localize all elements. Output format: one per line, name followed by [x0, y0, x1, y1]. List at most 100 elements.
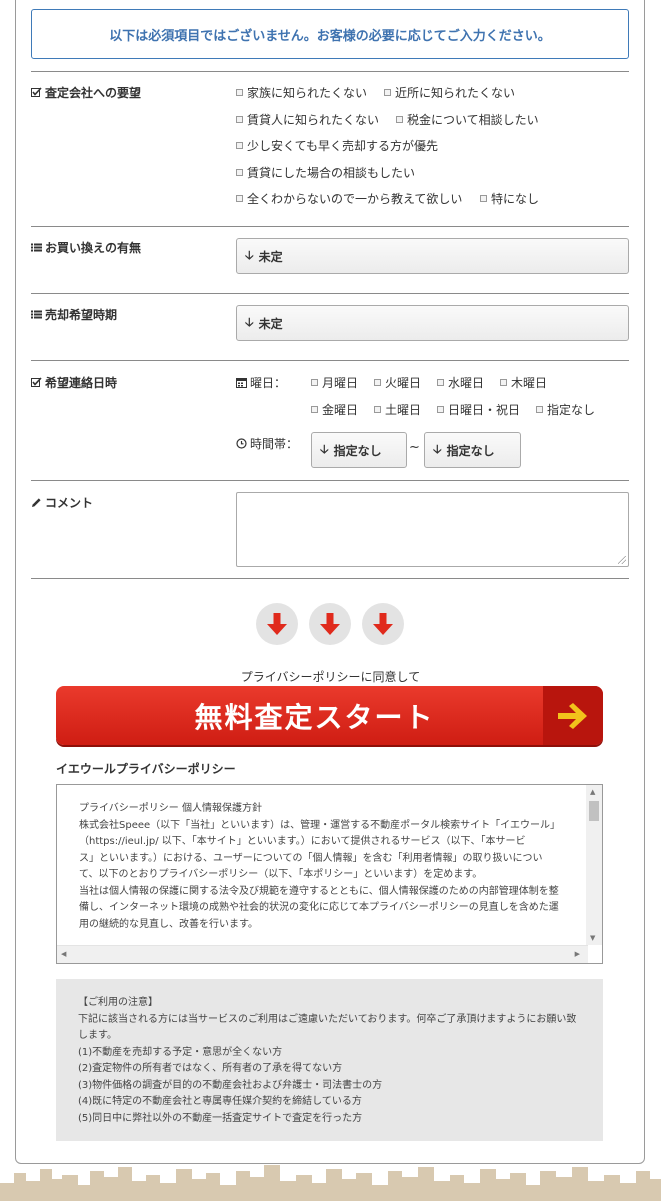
caution-line: (5)同日中に弊社以外の不動産一括査定サイトで査定を行った方: [78, 1112, 363, 1124]
divider: [31, 71, 629, 72]
day-option-sun-holiday[interactable]: 日曜日・祝日: [437, 401, 520, 418]
checkbox[interactable]: [236, 142, 243, 149]
sale-timing-select[interactable]: 🡣 未定: [236, 305, 629, 341]
checkbox[interactable]: [437, 379, 444, 386]
calendar-icon: [236, 378, 247, 388]
checkbox[interactable]: [384, 89, 391, 96]
checkbox[interactable]: [536, 406, 543, 413]
request-option-fast-sale[interactable]: 少し安くても早く売却する方が優先: [236, 137, 438, 154]
arrow-down-icon: [256, 603, 298, 645]
agree-text: プライバシーポリシーに同意して: [240, 670, 421, 684]
comment-textarea[interactable]: [236, 492, 629, 567]
checkbox[interactable]: [437, 406, 444, 413]
checkbox[interactable]: [396, 116, 403, 123]
day-option-wed[interactable]: 水曜日: [437, 374, 484, 391]
horizontal-scrollbar[interactable]: ◀ ▶: [57, 945, 588, 963]
policy-line: 備し、インターネット環境の成熟や社会的状況の変化に応じて本プライバシーポリシーの…: [79, 902, 559, 913]
checkbox[interactable]: [374, 406, 381, 413]
scroll-left-icon[interactable]: ◀: [61, 950, 66, 958]
caution-line: します。: [78, 1030, 117, 1041]
divider: [31, 226, 629, 227]
policy-line: 当社は個人情報の保護に関する法令及び規範を遵守するとともに、個人情報保護のための…: [79, 885, 559, 897]
request-option-tenant[interactable]: 賃貸人に知られたくない: [236, 111, 379, 128]
option-label: 少し安くても早く売却する方が優先: [247, 139, 439, 153]
usage-caution-text: 【ご利用の注意】 下記に該当される方には当サービスのご利用はご遠慮いただいており…: [78, 995, 588, 1127]
option-label: 金曜日: [322, 403, 359, 417]
start-free-appraisal-button[interactable]: 無料査定スタート: [56, 686, 603, 745]
option-label: 賃貸にした場合の相談もしたい: [247, 166, 416, 180]
resize-grip-icon[interactable]: [618, 556, 626, 564]
scroll-down-icon[interactable]: ▼: [590, 934, 595, 942]
divider: [31, 360, 629, 361]
arrow-right-icon: [543, 686, 603, 745]
checkbox-checked-icon: [31, 87, 42, 97]
checkbox-checked-icon: [31, 377, 42, 387]
privacy-policy-text: プライバシーポリシー 個人情報保護方針 株式会社Speee（以下「当社」といいま…: [79, 801, 587, 933]
day-option-thu[interactable]: 木曜日: [500, 374, 547, 391]
day-option-sat[interactable]: 土曜日: [374, 401, 421, 418]
time-from-value: 指定なし: [333, 443, 382, 458]
caution-line: (2)査定物件の所有者ではなく、所有者の了承を得てない方: [78, 1063, 343, 1074]
arrow-down-icon: [362, 603, 404, 645]
caution-line: (4)既に特定の不動産会社と専属専任媒介契約を締結している方: [78, 1096, 362, 1107]
day-option-fri[interactable]: 金曜日: [311, 401, 358, 418]
city-skyline-decoration: [0, 1165, 661, 1201]
vertical-scrollbar[interactable]: ▲ ▼: [586, 785, 602, 945]
policy-line: 株式会社Speee（以下「当社」といいます）は、管理・運営する不動産ポータル検索…: [79, 819, 561, 831]
sale-timing-label-text: 売却希望時期: [45, 308, 118, 322]
privacy-policy-title: イエウールプライバシーポリシー: [56, 762, 236, 776]
checkbox[interactable]: [311, 379, 318, 386]
requests-label-text: 査定会社への要望: [45, 86, 142, 100]
replacement-label: お買い換えの有無: [31, 239, 141, 256]
arrow-down-icon: 🡣: [320, 441, 329, 456]
request-option-tax[interactable]: 税金について相談したい: [396, 111, 539, 128]
day-option-mon[interactable]: 月曜日: [311, 374, 358, 391]
request-option-neighbors[interactable]: 近所に知られたくない: [384, 84, 515, 101]
requests-label: 査定会社への要望: [31, 84, 141, 101]
option-label: 特になし: [491, 192, 540, 206]
day-option-none[interactable]: 指定なし: [536, 401, 595, 418]
policy-line: （https://ieul.jp/ 以下、「本サイト」といいます。）において提供…: [79, 836, 526, 847]
caution-line: (3)物件価格の調査が目的の不動産会社および弁護士・司法書士の方: [78, 1079, 383, 1091]
checkbox[interactable]: [480, 195, 487, 202]
day-option-tue[interactable]: 火曜日: [374, 374, 421, 391]
time-to-select[interactable]: 🡣 指定なし: [424, 432, 521, 468]
checkbox[interactable]: [236, 195, 243, 202]
time-from-select[interactable]: 🡣 指定なし: [311, 432, 407, 468]
option-label: 税金について相談したい: [407, 113, 539, 127]
divider: [31, 480, 629, 481]
comment-label-text: コメント: [45, 496, 94, 510]
sale-timing-select-value: 未定: [258, 316, 283, 331]
scrollbar-thumb[interactable]: [589, 801, 599, 821]
checkbox[interactable]: [311, 406, 318, 413]
scroll-right-icon[interactable]: ▶: [575, 950, 580, 958]
time-sublabel-text: 時間帯：: [250, 437, 299, 451]
option-label: 火曜日: [385, 376, 422, 390]
option-label: 賃貸人に知られたくない: [247, 113, 380, 127]
request-option-rental[interactable]: 賃貸にした場合の相談もしたい: [236, 164, 415, 181]
replacement-select[interactable]: 🡣 未定: [236, 238, 629, 274]
request-option-family[interactable]: 家族に知られたくない: [236, 84, 367, 101]
option-label: 木曜日: [511, 376, 548, 390]
replacement-select-value: 未定: [258, 249, 283, 264]
scroll-up-icon[interactable]: ▲: [590, 788, 595, 796]
option-label: 家族に知られたくない: [247, 86, 368, 100]
time-to-value: 指定なし: [446, 443, 495, 458]
option-label: 月曜日: [322, 376, 359, 390]
divider: [31, 578, 629, 579]
replacement-label-text: お買い換えの有無: [45, 241, 142, 255]
day-sublabel-text: 曜日：: [250, 376, 287, 390]
privacy-policy-box[interactable]: プライバシーポリシー 個人情報保護方針 株式会社Speee（以下「当社」といいま…: [56, 784, 603, 964]
time-range-separator: ~: [409, 440, 420, 455]
contact-label: 希望連絡日時: [31, 374, 117, 391]
checkbox[interactable]: [236, 89, 243, 96]
policy-line: プライバシーポリシー 個人情報保護方針: [79, 803, 262, 814]
clock-icon: [236, 438, 247, 449]
checkbox[interactable]: [236, 116, 243, 123]
checkbox[interactable]: [236, 169, 243, 176]
request-option-beginner[interactable]: 全くわからないので一から教えて欲しい: [236, 190, 462, 207]
request-option-none[interactable]: 特になし: [480, 190, 539, 207]
option-label: 近所に知られたくない: [395, 86, 516, 100]
checkbox[interactable]: [374, 379, 381, 386]
checkbox[interactable]: [500, 379, 507, 386]
